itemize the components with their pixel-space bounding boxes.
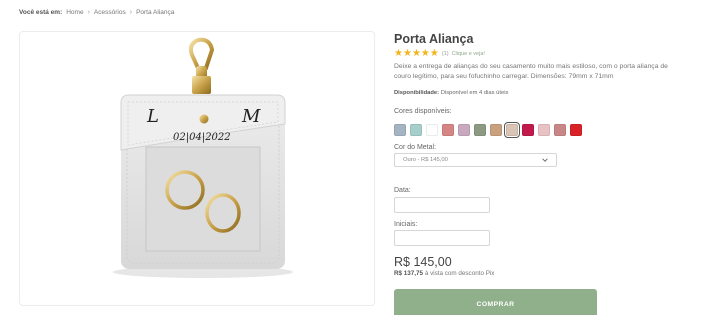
color-swatch[interactable] [458, 124, 470, 136]
star-icon: ★ [411, 48, 421, 59]
color-swatch[interactable] [442, 124, 454, 136]
product-rating: ★ ★ ★ ★ ★ (1) Clique e veja! [394, 49, 485, 59]
color-swatches [394, 122, 582, 138]
product-description: Deixe a entrega de alianças do seu casam… [394, 63, 668, 80]
engraving-date: 02|04|2022 [173, 132, 231, 143]
star-icon: ★ [420, 48, 430, 59]
date-input[interactable] [394, 197, 490, 213]
pix-price-text: à vista com desconto Pix [424, 270, 495, 277]
initials-label: Iniciais: [394, 221, 418, 228]
color-swatch[interactable] [570, 124, 582, 136]
breadcrumb-lead: Você está em: [19, 9, 63, 16]
initials-input[interactable] [394, 230, 490, 246]
product-title: Porta Aliança [394, 32, 474, 46]
availability: Disponibilidade: Disponível em 4 dias út… [394, 90, 508, 96]
metal-selected-value: Ouro - R$ 145,00 [403, 157, 448, 163]
color-swatch[interactable] [394, 124, 406, 136]
color-swatch[interactable] [504, 122, 520, 138]
breadcrumb-chevron-icon: › [87, 9, 90, 16]
availability-label: Disponibilidade: [394, 90, 440, 96]
ring-pouch-illustration: L M 02|04|2022 [113, 37, 293, 278]
color-swatch[interactable] [522, 124, 534, 136]
metal-select[interactable]: Ouro - R$ 145,00 [394, 153, 557, 167]
breadcrumb-chevron-icon: › [129, 9, 133, 16]
color-swatch[interactable] [474, 124, 486, 136]
engraving-initial-left: L [146, 106, 159, 127]
buy-button[interactable]: COMPRAR [394, 289, 597, 315]
star-icon: ★ [394, 48, 403, 59]
star-icon: ★ [402, 48, 412, 59]
price: R$ 145,00 [394, 255, 452, 269]
color-swatch[interactable] [490, 124, 502, 136]
availability-value: Disponível em 4 dias úteis [440, 90, 509, 96]
breadcrumb: Você está em: Home › Acessórios › Porta … [19, 9, 174, 16]
color-swatch[interactable] [554, 124, 566, 136]
date-label: Data: [394, 187, 411, 194]
product-image[interactable]: L M 02|04|2022 [19, 31, 375, 306]
metal-label: Cor do Metal: [394, 144, 437, 151]
rating-stars: ★ ★ ★ ★ ★ [394, 49, 439, 59]
color-swatch[interactable] [410, 124, 422, 136]
breadcrumb-home-link[interactable]: Home [66, 9, 83, 16]
colors-label: Cores disponíveis: [394, 108, 452, 115]
breadcrumb-accessories-link[interactable]: Acessórios [94, 9, 126, 16]
chevron-down-icon [542, 158, 548, 162]
pix-price-value: R$ 137,75 [394, 270, 424, 277]
breadcrumb-current: Porta Aliança [136, 9, 175, 16]
engraving-initial-right: M [241, 106, 261, 127]
color-swatch[interactable] [426, 124, 438, 136]
star-icon: ★ [429, 48, 439, 59]
rating-count: (1) [441, 51, 449, 57]
color-swatch[interactable] [538, 124, 550, 136]
pix-price: R$ 137,75 à vista com desconto Pix [394, 270, 494, 277]
review-link[interactable]: Clique e veja! [452, 51, 485, 57]
